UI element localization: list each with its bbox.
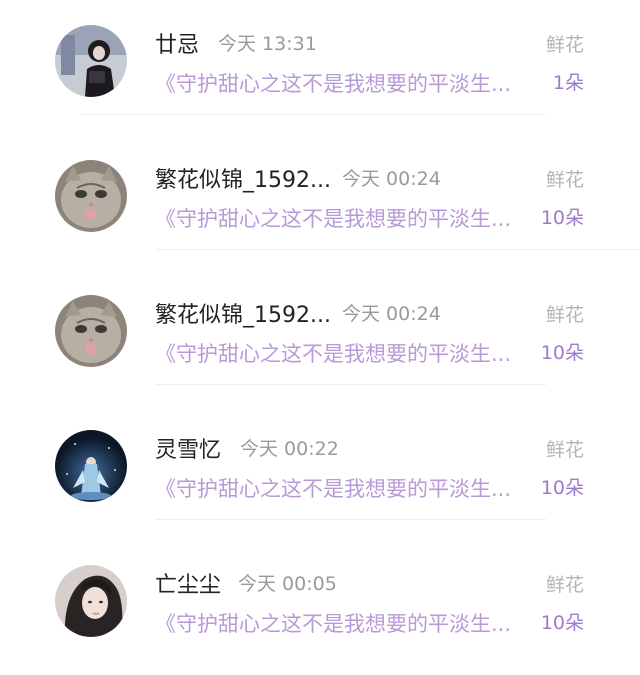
book-title-link[interactable]: 《守护甜心之这不是我想要的平淡生... <box>155 68 531 98</box>
divider <box>155 249 640 250</box>
gift-type-label: 鲜花 <box>545 34 584 56</box>
avatar[interactable] <box>55 160 127 232</box>
gift-type-label: 鲜花 <box>545 169 584 191</box>
list-item[interactable]: 繁花似锦_1592... 今天 00:24 鲜花 《守护甜心之这不是我想要的平淡… <box>0 270 640 405</box>
gift-type-label: 鲜花 <box>545 574 584 596</box>
user-name[interactable]: 繁花似锦_1592... <box>155 297 331 329</box>
timestamp: 今天 00:22 <box>240 438 339 460</box>
avatar-cat-photo-icon <box>55 295 127 367</box>
gift-type-label: 鲜花 <box>545 304 584 326</box>
gift-count: 10朵 <box>540 612 584 634</box>
book-title-link[interactable]: 《守护甜心之这不是我想要的平淡生... <box>155 338 531 368</box>
user-name[interactable]: 繁花似锦_1592... <box>155 162 331 194</box>
avatar[interactable] <box>55 295 127 367</box>
gift-count: 10朵 <box>540 477 584 499</box>
user-name[interactable]: 灵雪忆 <box>155 432 221 464</box>
timestamp: 今天 13:31 <box>218 33 317 55</box>
avatar-portrait-photo-icon <box>55 565 127 637</box>
list-item[interactable]: 繁花似锦_1592... 今天 00:24 鲜花 《守护甜心之这不是我想要的平淡… <box>0 135 640 270</box>
divider <box>155 384 546 385</box>
divider <box>155 519 546 520</box>
timestamp: 今天 00:24 <box>342 303 441 325</box>
book-title-link[interactable]: 《守护甜心之这不是我想要的平淡生... <box>155 608 531 638</box>
book-title-link[interactable]: 《守护甜心之这不是我想要的平淡生... <box>155 473 531 503</box>
gift-record-list: 廿忌 今天 13:31 鲜花 《守护甜心之这不是我想要的平淡生... 1朵 繁花… <box>0 0 640 660</box>
list-item[interactable]: 灵雪忆 今天 00:22 鲜花 《守护甜心之这不是我想要的平淡生... 10朵 <box>0 405 640 540</box>
avatar[interactable] <box>55 565 127 637</box>
avatar-girl-dark-photo-icon <box>55 25 127 97</box>
user-name[interactable]: 廿忌 <box>155 27 199 59</box>
book-title-link[interactable]: 《守护甜心之这不是我想要的平淡生... <box>155 203 531 233</box>
user-name[interactable]: 亡尘尘 <box>155 567 221 599</box>
gift-type-label: 鲜花 <box>545 439 584 461</box>
gift-count: 10朵 <box>540 342 584 364</box>
list-item[interactable]: 亡尘尘 今天 00:05 鲜花 《守护甜心之这不是我想要的平淡生... 10朵 <box>0 540 640 675</box>
timestamp: 今天 00:05 <box>238 573 337 595</box>
avatar-night-figure-illustration-icon <box>55 430 127 502</box>
timestamp: 今天 00:24 <box>342 168 441 190</box>
avatar[interactable] <box>55 25 127 97</box>
avatar[interactable] <box>55 430 127 502</box>
avatar-cat-photo-icon <box>55 160 127 232</box>
gift-count: 1朵 <box>552 72 584 94</box>
list-item[interactable]: 廿忌 今天 13:31 鲜花 《守护甜心之这不是我想要的平淡生... 1朵 <box>0 0 640 135</box>
gift-count: 10朵 <box>540 207 584 229</box>
divider <box>80 114 546 115</box>
